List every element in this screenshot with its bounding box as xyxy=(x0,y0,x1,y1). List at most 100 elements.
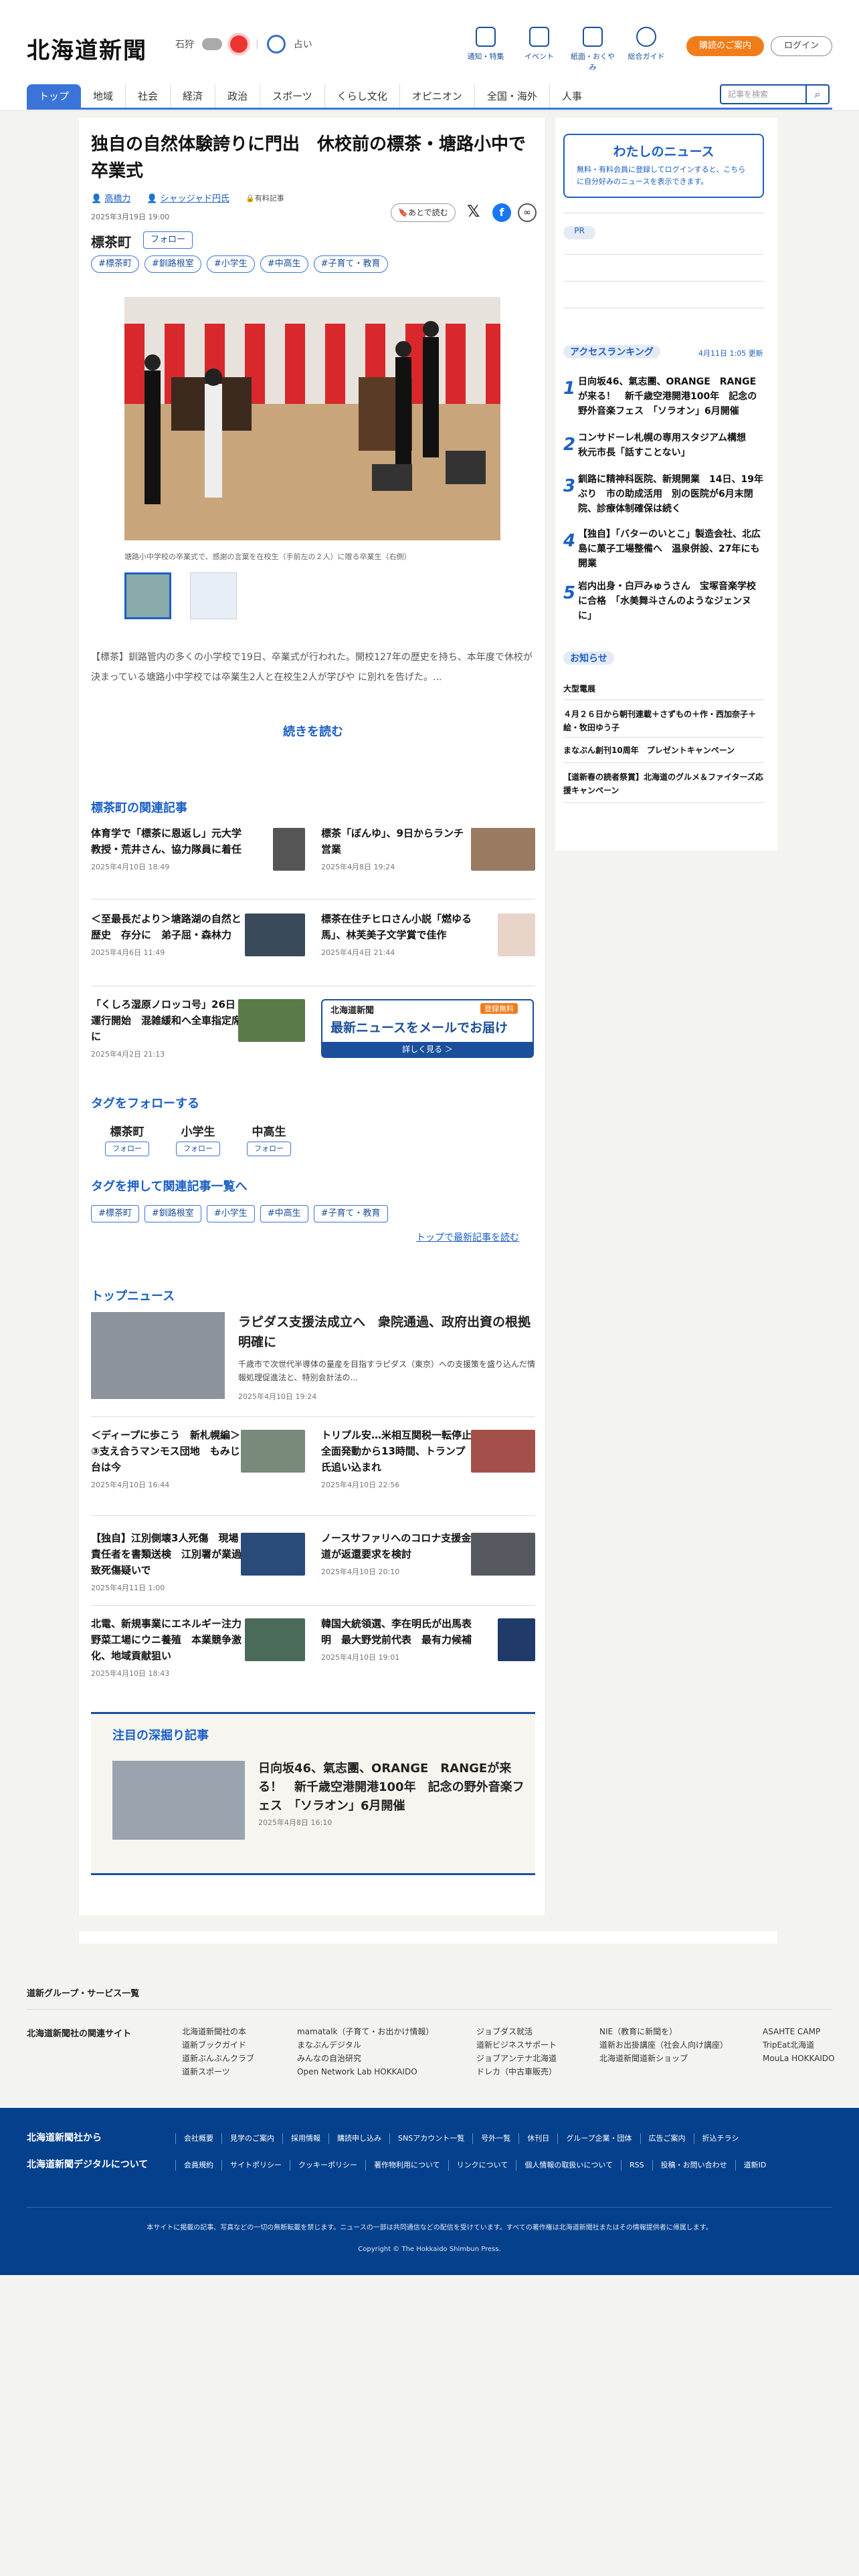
lock-icon: 🔒 xyxy=(246,193,255,203)
tag-chip[interactable]: #釧路根室 xyxy=(144,255,201,273)
thumbnail xyxy=(273,828,305,871)
ranking-item[interactable]: 3 釧路に精神科医院、新規開業 14日、19年ぶり 市の助成活用 別の医院が6月末… xyxy=(563,472,764,516)
thumbnail xyxy=(241,1430,305,1473)
thumbnail xyxy=(471,828,535,871)
follow-tags-title: タグをフォローする xyxy=(91,1097,199,1111)
fortune-label: 占い xyxy=(293,39,312,50)
follow-topic-button[interactable]: フォロー xyxy=(143,231,193,249)
newspaper-icon xyxy=(583,27,603,47)
ranking-item[interactable]: 4 【独自】「バターのいとこ」製造会社、北広島に菓子工場整備へ 温泉併設、27年に… xyxy=(563,527,764,571)
site-logo[interactable]: 北海道新聞 xyxy=(27,32,147,65)
newsletter-promo[interactable]: 北海道新聞 登録無料 最新ニュースをメールでお届け 詳しく見る ＞ xyxy=(321,999,534,1058)
topnews-lead-title[interactable]: ラピダス支援法成立へ 衆院通過、政府出資の根拠明確に xyxy=(238,1312,535,1352)
tab-sports[interactable]: スポーツ xyxy=(260,84,325,108)
footer-services: 道新グループ・サービス一覧 北海道新聞社の関連サイト 北海道新聞社の本 道新ブック… xyxy=(0,1943,859,2108)
copyright: Copyright © The Hokkaido Shimbun Press. xyxy=(358,2246,501,2253)
tab-region[interactable]: 地域 xyxy=(81,84,126,108)
notice-item[interactable]: まなぶん創刊10周年 プレゼントキャンペーン xyxy=(563,744,764,757)
author-link-2[interactable]: 👤 シャッジャド円氏 xyxy=(147,191,229,204)
thumbnail xyxy=(241,1533,305,1576)
ranking-title[interactable]: アクセスランキング xyxy=(563,345,660,358)
notice-item[interactable]: ４月２６日から朝刊連載＋さずもの＋作・西加奈子＋絵・牧田ゆう子 xyxy=(563,708,764,734)
notice-item[interactable]: 【道新春の読者祭賞】北海道のグルメ＆ファイターズ応援キャンペーン xyxy=(563,770,764,797)
search-input[interactable]: 記事を検索 ⌕ xyxy=(720,84,830,104)
thumbnail xyxy=(498,914,535,956)
thumbnail xyxy=(471,1430,535,1473)
related-article[interactable]: 標茶在住チヒロさん小説「燃ゆる馬」、林芙美子文学賞で佳作 2025年4月4日 21… xyxy=(321,911,535,978)
ranking-item[interactable]: 1 日向坂46、氣志團、ORANGE RANGEが来る！ 新千歳空港開港100年 … xyxy=(563,374,764,419)
topnews-article[interactable]: 北電、新規事業にエネルギー注力 野菜工場にウニ養殖 本業競争激化、地域貢献狙い 2… xyxy=(91,1616,305,1689)
tag-chip[interactable]: #中高生 xyxy=(260,255,308,273)
latest-articles-link[interactable]: トップで最新記事を読む xyxy=(416,1230,519,1244)
login-button[interactable]: ログイン xyxy=(771,36,832,56)
mynews-box[interactable]: わたしのニュース 無料・有料会員に登録してログインすると、こちらに自分好みのニュ… xyxy=(563,134,764,198)
related-article[interactable]: 標茶「ぼんゆ」、9日からランチ営業 2025年4月8日 19:24 xyxy=(321,825,535,892)
related-article[interactable]: 体育学で「標茶に恩返し」元大学教授・荒井さん、協力隊員に着任 2025年4月10日… xyxy=(91,825,305,892)
nav-guide[interactable]: 総合ガイド xyxy=(622,27,670,62)
sun-icon xyxy=(230,35,248,53)
ranking-item[interactable]: 5 岩内出身・白戸みゅうさん 宝塚音楽学校に合格 「水美舞斗さんのようなジェンヌに… xyxy=(563,579,764,623)
search-icon[interactable]: ⌕ xyxy=(805,86,828,103)
link-share-icon[interactable]: ∞ xyxy=(518,203,537,222)
tab-world[interactable]: 全国・海外 xyxy=(475,84,550,108)
topnews-lead-image[interactable] xyxy=(91,1312,225,1399)
tag-chip[interactable]: #小学生 xyxy=(206,255,255,273)
notice-title[interactable]: お知らせ xyxy=(563,651,614,665)
topnews-article[interactable]: 韓国大統領選、李在明氏が出馬表明 最大野党前代表 最有力候補 2025年4月10日… xyxy=(321,1616,535,1689)
deep-dive-article-title[interactable]: 日向坂46、氣志團、ORANGE RANGEが来る！ 新千歳空港開港100年 記… xyxy=(258,1759,526,1816)
topnews-article[interactable]: トリプル安…米相互関税一転停止 全面発動から13時間、トランプ氏追い込まれ 202… xyxy=(321,1427,535,1501)
topnews-article[interactable]: ＜ディープに歩こう 新札幌編＞③支え合うマンモス団地 もみじ台は今 2025年4月… xyxy=(91,1427,305,1501)
tag-chip[interactable]: #標茶町 xyxy=(91,1205,139,1222)
deep-dive-title: 注目の深掘り記事 xyxy=(112,1729,209,1743)
person-icon: 👤 xyxy=(91,194,105,204)
related-article[interactable]: ＜至最長だより＞塘路湖の自然と歴史 存分に 弟子屈・森林力 2025年4月6日 1… xyxy=(91,911,305,978)
footer-col: ASAHTE CAMP TripEat北海道 MouLa HOKKAIDO xyxy=(763,2027,835,2063)
thumb-2[interactable] xyxy=(190,572,237,619)
follow-button[interactable]: フォロー xyxy=(247,1142,291,1156)
person-icon: 👤 xyxy=(147,194,161,204)
related-article[interactable]: 「くしろ湿原ノロッコ号」26日運行開始 混雑緩和へ全車指定席に 2025年4月2日… xyxy=(91,996,305,1063)
tab-culture[interactable]: くらし文化 xyxy=(325,84,400,108)
tag-chip[interactable]: #釧路根室 xyxy=(144,1205,201,1222)
tab-top[interactable]: トップ xyxy=(27,84,82,108)
tab-society[interactable]: 社会 xyxy=(126,84,171,108)
tag-chip[interactable]: #標茶町 xyxy=(91,255,139,273)
follow-button[interactable]: フォロー xyxy=(105,1142,149,1156)
nav-notice[interactable]: 通知・特集 xyxy=(462,27,510,62)
main-nav: トップ 地域 社会 経済 政治 スポーツ くらし文化 オピニオン 全国・海外 人… xyxy=(27,82,594,108)
tag-chip[interactable]: #子育て・教育 xyxy=(313,1205,388,1222)
ranking-item[interactable]: 2 コンサドーレ札幌の専用スタジアム構想 秋元市長「話すことない」 xyxy=(563,431,764,460)
tag-chip[interactable]: #小学生 xyxy=(206,1205,255,1222)
save-later-button[interactable]: 🔖あとで読む xyxy=(391,203,456,222)
tag-chip[interactable]: #子育て・教育 xyxy=(313,255,388,273)
topnews-article[interactable]: 【独自】江別側壊3人死傷 現場責任者を書類送検 江別署が業過致死傷疑いで 2025… xyxy=(91,1530,305,1604)
tab-opinion[interactable]: オピニオン xyxy=(400,84,475,108)
nav-underline xyxy=(27,108,832,110)
thumb-1[interactable] xyxy=(124,572,171,619)
thumbnail xyxy=(245,914,305,956)
group-services-link[interactable]: 道新グループ・サービス一覧 xyxy=(27,1986,139,1999)
article-meta: 👤 高橋力 👤 シャッジャド円氏 🔒有料記事 xyxy=(91,191,284,205)
weather-widget[interactable]: 石狩 | 占い xyxy=(175,35,312,53)
subscribe-button[interactable]: 購読のご案内 xyxy=(686,36,764,56)
footer-corporate: 北海道新聞社から 会社概要 見学のご案内 採用情報 購読申し込み SNSアカウント一覧号… xyxy=(0,2108,859,2275)
notice-item[interactable]: 大型電展 xyxy=(563,682,764,695)
article-date: 2025年3月19日 19:00 xyxy=(91,213,170,221)
tab-personnel[interactable]: 人事 xyxy=(550,84,594,108)
author-link-1[interactable]: 👤 高橋力 xyxy=(91,191,130,204)
follow-button[interactable]: フォロー xyxy=(176,1142,220,1156)
deep-dive-image[interactable] xyxy=(112,1761,245,1840)
tab-politics[interactable]: 政治 xyxy=(215,84,261,108)
article-photo[interactable] xyxy=(124,297,500,540)
tag-chip[interactable]: #中高生 xyxy=(260,1205,308,1222)
cloud-icon xyxy=(202,38,222,50)
thumbnail xyxy=(238,999,305,1042)
tab-economy[interactable]: 経済 xyxy=(171,84,216,108)
read-more-link[interactable]: 続きを読む xyxy=(254,722,372,740)
topnews-article[interactable]: ノースサファリへのコロナ支援金 道が返還要求を検討 2025年4月10日 20:1… xyxy=(321,1530,535,1604)
facebook-share-icon[interactable]: f xyxy=(492,203,511,222)
x-share-icon[interactable]: 𝕏 xyxy=(467,202,480,221)
nav-paper[interactable]: 紙面・おくやみ xyxy=(569,27,617,72)
nav-event[interactable]: イベント xyxy=(515,27,563,62)
push-tags: #標茶町 #釧路根室 #小学生 #中高生 #子育て・教育 xyxy=(91,1205,393,1222)
